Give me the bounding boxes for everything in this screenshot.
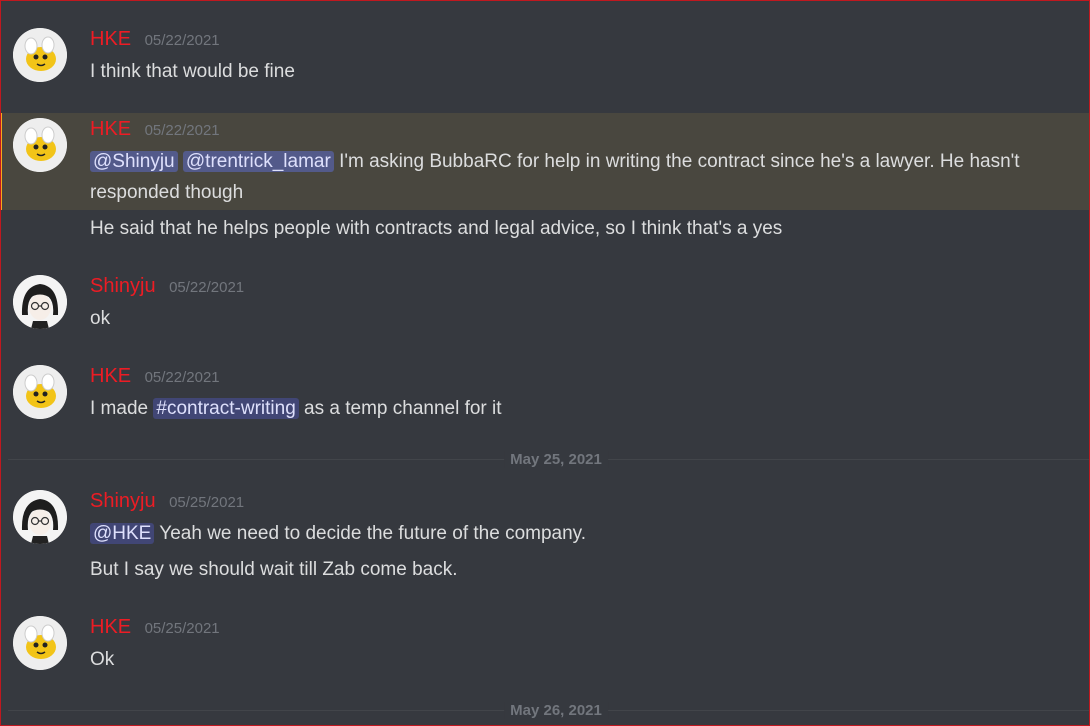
message-text: He said that he helps people with contra… bbox=[90, 218, 783, 239]
anime-avatar-icon bbox=[13, 275, 67, 329]
timestamp: 05/22/2021 bbox=[144, 369, 220, 386]
message-text: I think that would be fine bbox=[90, 61, 295, 82]
bee-avatar-icon bbox=[13, 365, 67, 419]
avatar[interactable] bbox=[13, 118, 67, 172]
user-mention[interactable]: @Shinyju bbox=[90, 151, 178, 172]
message-text: Ok bbox=[90, 649, 115, 670]
author-name[interactable]: Shinyju bbox=[90, 490, 156, 512]
channel-mention[interactable]: #contract-writing bbox=[153, 398, 299, 419]
author-name[interactable]: HKE bbox=[90, 616, 131, 638]
date-divider-label: May 26, 2021 bbox=[504, 702, 608, 719]
message-suffix: as a temp channel for it bbox=[298, 398, 502, 419]
message-prefix: I made bbox=[90, 398, 154, 419]
avatar[interactable] bbox=[13, 616, 67, 670]
author-name[interactable]: HKE bbox=[90, 365, 131, 387]
author-name[interactable]: Shinyju bbox=[90, 275, 156, 297]
timestamp: 05/22/2021 bbox=[144, 32, 220, 49]
author-name[interactable]: HKE bbox=[90, 118, 131, 140]
anime-avatar-icon bbox=[13, 490, 67, 544]
timestamp: 05/22/2021 bbox=[144, 122, 220, 139]
bee-avatar-icon bbox=[13, 28, 67, 82]
message-text: But I say we should wait till Zab come b… bbox=[90, 559, 458, 580]
avatar[interactable] bbox=[13, 28, 67, 82]
avatar[interactable] bbox=[13, 365, 67, 419]
message-text: @Shinyju @trentrick_lamar I'm asking Bub… bbox=[90, 146, 1050, 208]
timestamp: 05/22/2021 bbox=[169, 279, 245, 296]
bee-avatar-icon bbox=[13, 118, 67, 172]
user-mention[interactable]: @HKE bbox=[90, 523, 155, 544]
date-divider-label: May 25, 2021 bbox=[504, 451, 608, 468]
avatar[interactable] bbox=[13, 490, 67, 544]
message-text: ok bbox=[90, 308, 111, 329]
message-text: @HKE Yeah we need to decide the future o… bbox=[90, 518, 586, 549]
message-text: I made #contract-writing as a temp chann… bbox=[90, 393, 502, 424]
author-name[interactable]: HKE bbox=[90, 28, 131, 50]
avatar[interactable] bbox=[13, 275, 67, 329]
message-body: Yeah we need to decide the future of the… bbox=[154, 523, 587, 544]
timestamp: 05/25/2021 bbox=[144, 620, 220, 637]
timestamp: 05/25/2021 bbox=[169, 494, 245, 511]
user-mention[interactable]: @trentrick_lamar bbox=[182, 151, 334, 172]
bee-avatar-icon bbox=[13, 616, 67, 670]
